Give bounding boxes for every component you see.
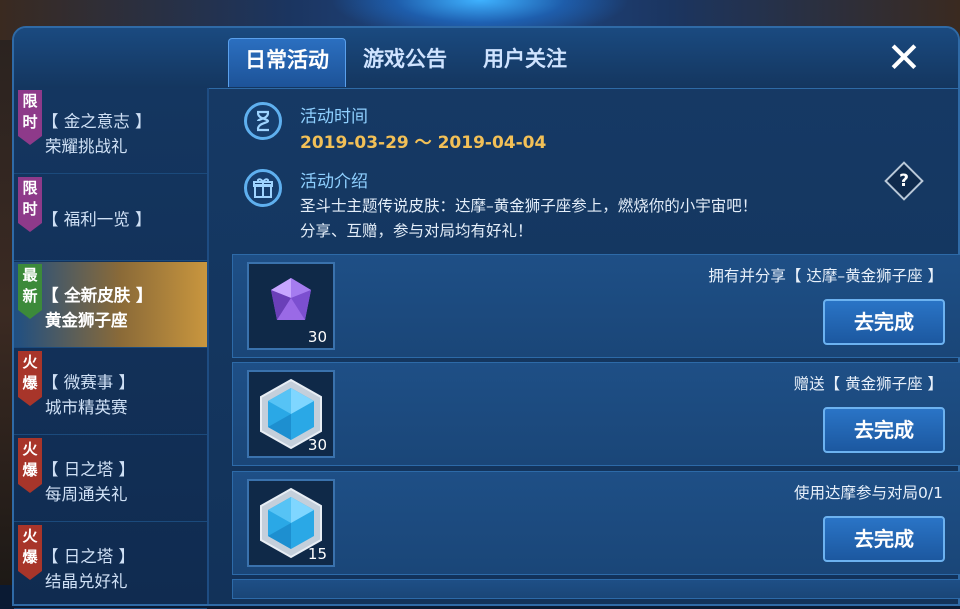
sidebar-item-title: 【 金之意志 】 (42, 112, 152, 131)
task-description: 使用达摩参与对局0/1 (794, 484, 943, 502)
tab-game-announcement[interactable]: 游戏公告 (350, 38, 460, 86)
reward-slot[interactable]: 30 (247, 262, 335, 350)
sidebar-item-sun-tower-weekly[interactable]: 火爆 【 日之塔 】 每周通关礼 (14, 436, 207, 522)
help-icon: ? (899, 171, 909, 191)
task-description: 赠送【 黄金狮子座 】 (793, 375, 943, 393)
sidebar-item-welfare[interactable]: 限时 【 福利一览 】 (14, 175, 207, 261)
sidebar-item-subtitle: 黄金狮子座 (45, 311, 128, 330)
activity-time-title: 活动时间 (300, 107, 368, 127)
reward-slot[interactable]: 15 (247, 479, 335, 567)
close-button[interactable]: ✕ (882, 36, 926, 80)
sidebar-item-subtitle: 城市精英赛 (45, 398, 128, 417)
sidebar-item-new-skin[interactable]: 最新 【 全新皮肤 】 黄金狮子座 (14, 262, 207, 348)
sidebar-item-title: 【 微赛事 】 (42, 373, 135, 392)
gift-icon (244, 169, 282, 207)
go-complete-button[interactable]: 去完成 (823, 516, 945, 562)
sidebar-item-title: 【 日之塔 】 (42, 460, 135, 479)
go-complete-button[interactable]: 去完成 (823, 299, 945, 345)
tab-user-follow[interactable]: 用户关注 (470, 38, 580, 86)
sidebar-item-title: 【 全新皮肤 】 (42, 286, 153, 305)
sidebar-item-subtitle: 每周通关礼 (45, 485, 128, 504)
tab-daily-activity[interactable]: 日常活动 (228, 38, 346, 87)
task-row: 30 拥有并分享【 达摩–黄金狮子座 】 去完成 (232, 254, 960, 358)
activity-panel: 日常活动 游戏公告 用户关注 ✕ 限时 【 金之意志 】 荣耀挑战礼 限时 【 … (12, 26, 960, 609)
activity-intro-line1: 圣斗士主题传说皮肤：达摩–黄金狮子座参上，燃烧你的小宇宙吧！ (300, 197, 758, 215)
tab-bar: 日常活动 游戏公告 用户关注 ✕ (14, 28, 958, 89)
reward-slot[interactable]: 30 (247, 370, 335, 458)
reward-count: 30 (307, 436, 327, 454)
task-row: 30 赠送【 黄金狮子座 】 去完成 (232, 362, 960, 466)
tag-badge: 火爆 (18, 438, 42, 493)
reward-count: 30 (307, 328, 327, 346)
activity-intro-title: 活动介绍 (300, 172, 368, 192)
tag-badge: 火爆 (18, 525, 42, 580)
sidebar-item-subtitle: 结晶兑好礼 (45, 572, 128, 591)
go-complete-button[interactable]: 去完成 (823, 407, 945, 453)
activity-intro-line2: 分享、互赠，参与对局均有好礼！ (300, 222, 533, 240)
activity-date-range: 2019-03-29 ～ 2019-04-04 (300, 133, 547, 153)
tag-badge: 火爆 (18, 351, 42, 406)
tag-badge: 最新 (18, 264, 42, 319)
help-button[interactable]: ? (884, 161, 924, 201)
sidebar: 限时 【 金之意志 】 荣耀挑战礼 限时 【 福利一览 】 最新 【 全新皮肤 … (14, 88, 209, 609)
tag-badge: 限时 (18, 177, 42, 232)
sidebar-item-subtitle: 荣耀挑战礼 (45, 137, 128, 156)
sidebar-item-mini-tournament[interactable]: 火爆 【 微赛事 】 城市精英赛 (14, 349, 207, 435)
sidebar-item-title: 【 日之塔 】 (42, 547, 135, 566)
sidebar-item-golden-will[interactable]: 限时 【 金之意志 】 荣耀挑战礼 (14, 88, 207, 174)
sidebar-item-title: 【 福利一览 】 (42, 210, 152, 229)
tag-badge: 限时 (18, 90, 42, 145)
task-row-partial (232, 579, 960, 599)
reward-count: 15 (307, 545, 327, 563)
task-row: 15 使用达摩参与对局0/1 去完成 (232, 471, 960, 575)
task-description: 拥有并分享【 达摩–黄金狮子座 】 (708, 267, 943, 285)
sidebar-item-sun-tower-crystal[interactable]: 火爆 【 日之塔 】 结晶兑好礼 (14, 523, 207, 609)
hourglass-icon (244, 102, 282, 140)
